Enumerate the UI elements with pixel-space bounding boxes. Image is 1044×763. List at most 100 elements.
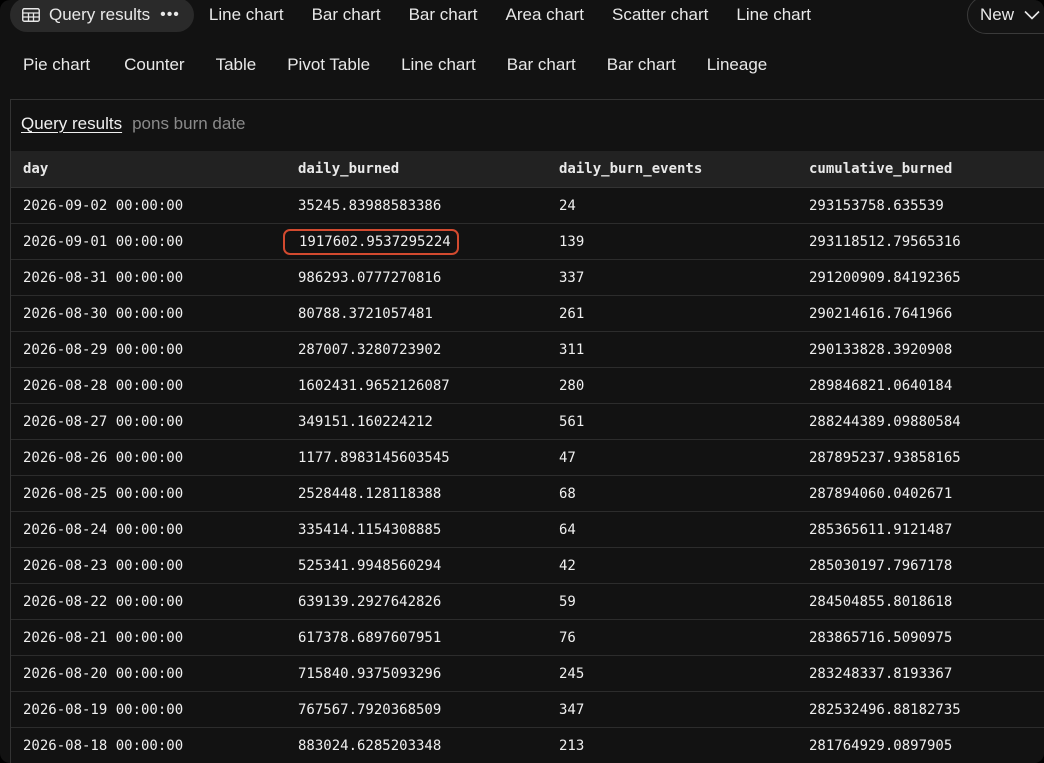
table-cell: 639139.2927642826 — [298, 593, 442, 610]
table-row[interactable]: 2026-08-18 00:00:00 883024.6285203348 213 2… — [11, 728, 1044, 763]
table-cell: 213 — [559, 737, 585, 754]
tab-line-chart-2[interactable]: Line chart — [723, 0, 824, 32]
table-cell: 767567.7920368509 — [298, 701, 442, 718]
table-row[interactable]: 2026-09-01 00:00:00 1917602.9537295224 139… — [11, 224, 1044, 260]
table-cell: 287894060.0402671 — [809, 485, 953, 502]
column-header-cumulative-burned[interactable]: cumulative_burned — [797, 161, 1044, 177]
table-icon — [22, 8, 40, 22]
table-cell: 349151.160224212 — [298, 413, 433, 430]
table-cell: 282532496.88182735 — [809, 701, 961, 718]
column-header-daily-burn-events[interactable]: daily_burn_events — [547, 161, 797, 177]
table-cell: 290214616.7641966 — [809, 305, 953, 322]
table-row[interactable]: 2026-08-28 00:00:00 1602431.9652126087 280… — [11, 368, 1044, 404]
table-cell: 2026-08-18 00:00:00 — [23, 737, 184, 754]
tab-label: Query results — [49, 5, 151, 24]
table-cell: 1177.8983145603545 — [298, 449, 450, 466]
table-row[interactable]: 2026-08-22 00:00:00 639139.2927642826 59 28… — [11, 584, 1044, 620]
tab-query-results[interactable]: Query results ••• — [10, 0, 194, 32]
table-cell: 64 — [559, 521, 576, 538]
new-visualization-button[interactable]: New — [967, 0, 1044, 34]
table-cell: 883024.6285203348 — [298, 737, 442, 754]
table-row[interactable]: 2026-08-27 00:00:00 349151.160224212 561 28… — [11, 404, 1044, 440]
table-row[interactable]: 2026-09-02 00:00:00 35245.83988583386 24 29… — [11, 188, 1044, 224]
table-row[interactable]: 2026-08-30 00:00:00 80788.3721057481 261 29… — [11, 296, 1044, 332]
table-cell: 293153758.635539 — [809, 197, 944, 214]
table-cell: 2026-08-22 00:00:00 — [23, 593, 184, 610]
table-cell: 281764929.0897905 — [809, 737, 953, 754]
table-row[interactable]: 2026-08-31 00:00:00 986293.0777270816 337 2… — [11, 260, 1044, 296]
tab-line-chart[interactable]: Line chart — [196, 0, 297, 32]
tab-lineage[interactable]: Lineage — [694, 48, 781, 82]
table-cell: 42 — [559, 557, 576, 574]
table-cell: 283865716.5090975 — [809, 629, 953, 646]
chevron-down-icon — [1024, 10, 1040, 20]
table-cell: 288244389.09880584 — [809, 413, 961, 430]
table-cell: 986293.0777270816 — [298, 269, 442, 286]
table-row[interactable]: 2026-08-26 00:00:00 1177.8983145603545 47 2… — [11, 440, 1044, 476]
table-cell: 2026-08-26 00:00:00 — [23, 449, 184, 466]
table-cell: 525341.9948560294 — [298, 557, 442, 574]
table-cell: 76 — [559, 629, 576, 646]
table-row[interactable]: 2026-08-25 00:00:00 2528448.128118388 68 28… — [11, 476, 1044, 512]
table-row[interactable]: 2026-08-19 00:00:00 767567.7920368509 347 2… — [11, 692, 1044, 728]
column-header-daily-burned[interactable]: daily_burned — [286, 161, 547, 177]
new-button-label: New — [980, 5, 1015, 24]
table-cell: 139 — [559, 233, 585, 250]
more-options-icon[interactable]: ••• — [160, 6, 180, 24]
table-cell: 293118512.79565316 — [809, 233, 961, 250]
table-cell: 284504855.8018618 — [809, 593, 953, 610]
tab-pie-chart[interactable]: Pie chart — [10, 48, 103, 82]
table-cell: 2026-08-24 00:00:00 — [23, 521, 184, 538]
tab-bar-chart-2[interactable]: Bar chart — [396, 0, 491, 32]
table-cell: 561 — [559, 413, 585, 430]
table-cell: 261 — [559, 305, 585, 322]
table-cell: 47 — [559, 449, 576, 466]
table-cell: 2026-08-19 00:00:00 — [23, 701, 184, 718]
table-row[interactable]: 2026-08-20 00:00:00 715840.9375093296 245 2… — [11, 656, 1044, 692]
results-table: day daily_burned daily_burn_events cumul… — [11, 151, 1044, 763]
table-row[interactable]: 2026-08-21 00:00:00 617378.6897607951 76 28… — [11, 620, 1044, 656]
query-name: pons burn date — [132, 114, 246, 133]
tab-counter[interactable]: Counter — [111, 48, 197, 82]
table-body: 2026-09-02 00:00:00 35245.83988583386 24 29… — [11, 188, 1044, 763]
table-cell: 1917602.9537295224 — [283, 228, 547, 255]
table-cell: 280 — [559, 377, 585, 394]
column-header-day[interactable]: day — [11, 161, 286, 177]
table-cell: 245 — [559, 665, 585, 682]
table-cell: 2528448.128118388 — [298, 485, 442, 502]
table-row[interactable]: 2026-08-23 00:00:00 525341.9948560294 42 28… — [11, 548, 1044, 584]
table-cell: 291200909.84192365 — [809, 269, 961, 286]
table-cell: 24 — [559, 197, 576, 214]
query-results-link[interactable]: Query results — [21, 114, 122, 134]
app-window: Query results ••• Line chart Bar chart B… — [0, 0, 1044, 763]
visualization-tabs-row-2: Pie chart Counter Table Pivot Table Line… — [10, 48, 780, 82]
table-row[interactable]: 2026-08-29 00:00:00 287007.3280723902 311 2… — [11, 332, 1044, 368]
table-cell: 2026-08-27 00:00:00 — [23, 413, 184, 430]
table-cell: 285030197.7967178 — [809, 557, 953, 574]
table-cell: 2026-08-30 00:00:00 — [23, 305, 184, 322]
highlighted-cell-value: 1917602.9537295224 — [283, 228, 459, 255]
table-cell: 2026-08-31 00:00:00 — [23, 269, 184, 286]
tab-scatter-chart[interactable]: Scatter chart — [599, 0, 721, 32]
table-cell: 335414.1154308885 — [298, 521, 442, 538]
table-cell: 283248337.8193367 — [809, 665, 953, 682]
table-cell: 80788.3721057481 — [298, 305, 433, 322]
table-cell: 59 — [559, 593, 576, 610]
table-cell: 2026-08-29 00:00:00 — [23, 341, 184, 358]
tab-pivot-table[interactable]: Pivot Table — [274, 48, 383, 82]
table-row[interactable]: 2026-08-24 00:00:00 335414.1154308885 64 28… — [11, 512, 1044, 548]
table-cell: 290133828.3920908 — [809, 341, 953, 358]
table-cell: 347 — [559, 701, 585, 718]
visualization-tabs-row-1: Query results ••• Line chart Bar chart B… — [10, 0, 826, 32]
tab-bar-chart-3[interactable]: Bar chart — [494, 48, 589, 82]
table-cell: 2026-08-23 00:00:00 — [23, 557, 184, 574]
tab-bar-chart[interactable]: Bar chart — [299, 0, 394, 32]
table-cell: 35245.83988583386 — [298, 197, 442, 214]
table-cell: 2026-09-01 00:00:00 — [23, 233, 184, 250]
tab-bar-chart-4[interactable]: Bar chart — [594, 48, 689, 82]
tab-table[interactable]: Table — [203, 48, 270, 82]
table-cell: 289846821.0640184 — [809, 377, 953, 394]
table-cell: 2026-08-20 00:00:00 — [23, 665, 184, 682]
tab-line-chart-3[interactable]: Line chart — [388, 48, 489, 82]
tab-area-chart[interactable]: Area chart — [493, 0, 597, 32]
